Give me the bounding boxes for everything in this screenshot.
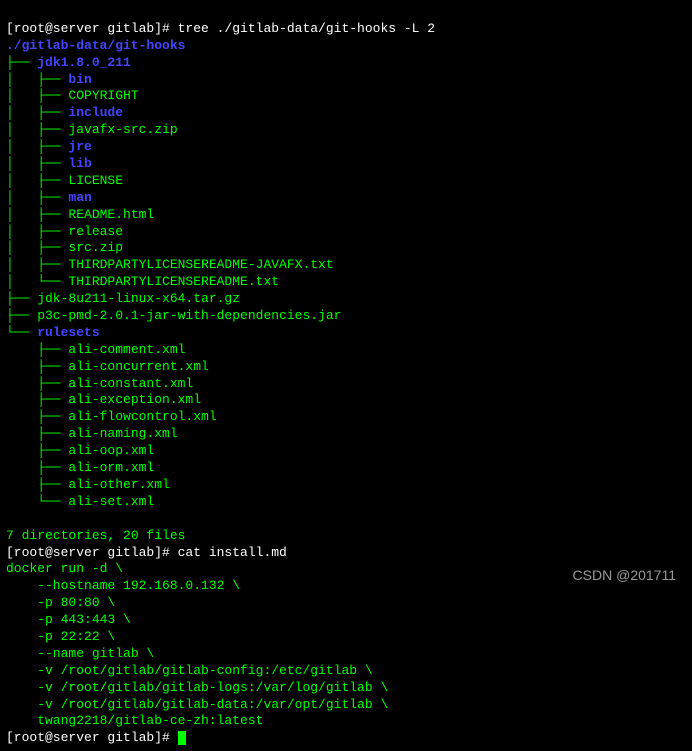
tree-file: ├── jdk-8u211-linux-x64.tar.gz (6, 291, 240, 306)
prompt-line: [root@server gitlab]# (6, 730, 178, 745)
file-content: -p 22:22 \ (6, 629, 115, 644)
tree-file: ├── ali-naming.xml (6, 426, 178, 441)
tree-file: ├── ali-flowcontrol.xml (6, 409, 217, 424)
prompt-line: [root@server gitlab]# cat install.md (6, 545, 287, 560)
tree-branch: └── (6, 325, 37, 340)
tree-file: │ ├── THIRDPARTYLICENSEREADME-JAVAFX.txt (6, 257, 334, 272)
dir-name: lib (68, 156, 91, 171)
tree-file: │ ├── COPYRIGHT (6, 88, 139, 103)
blank-line (6, 511, 14, 526)
tree-branch: ├── (6, 55, 37, 70)
tree-file: ├── ali-other.xml (6, 477, 170, 492)
tree-file: ├── ali-constant.xml (6, 376, 193, 391)
cursor-icon (178, 731, 186, 745)
tree-branch: │ ├── (6, 190, 68, 205)
file-content: -p 443:443 \ (6, 612, 131, 627)
dir-name: include (68, 105, 123, 120)
tree-file: ├── ali-orm.xml (6, 460, 154, 475)
dir-name: man (68, 190, 91, 205)
tree-file: ├── ali-oop.xml (6, 443, 154, 458)
file-content: twang2218/gitlab-ce-zh:latest (6, 713, 263, 728)
dir-name: bin (68, 72, 91, 87)
tree-file: │ ├── README.html (6, 207, 154, 222)
file-content: -v /root/gitlab/gitlab-logs:/var/log/git… (6, 680, 388, 695)
file-content: -p 80:80 \ (6, 595, 115, 610)
watermark-text: CSDN @201711 (573, 566, 676, 584)
tree-branch: │ ├── (6, 72, 68, 87)
tree-branch: │ ├── (6, 156, 68, 171)
tree-file: └── ali-set.xml (6, 494, 154, 509)
summary-line: 7 directories, 20 files (6, 528, 185, 543)
tree-file: │ ├── src.zip (6, 240, 123, 255)
tree-file: │ ├── release (6, 224, 123, 239)
tree-file: │ └── THIRDPARTYLICENSEREADME.txt (6, 274, 279, 289)
tree-branch: │ ├── (6, 139, 68, 154)
dir-name: rulesets (37, 325, 99, 340)
file-content: docker run -d \ (6, 561, 123, 576)
tree-file: │ ├── javafx-src.zip (6, 122, 178, 137)
tree-file: │ ├── LICENSE (6, 173, 123, 188)
dir-name: jdk1.8.0_211 (37, 55, 131, 70)
dir-name: jre (68, 139, 91, 154)
tree-file: ├── ali-concurrent.xml (6, 359, 209, 374)
file-content: --name gitlab \ (6, 646, 154, 661)
file-content: -v /root/gitlab/gitlab-data:/var/opt/git… (6, 697, 388, 712)
tree-file: ├── p3c-pmd-2.0.1-jar-with-dependencies.… (6, 308, 341, 323)
file-content: -v /root/gitlab/gitlab-config:/etc/gitla… (6, 663, 373, 678)
tree-file: ├── ali-comment.xml (6, 342, 185, 357)
tree-file: ├── ali-exception.xml (6, 392, 201, 407)
file-content: --hostname 192.168.0.132 \ (6, 578, 240, 593)
output-path: ./gitlab-data/git-hooks (6, 38, 185, 53)
terminal-output[interactable]: [root@server gitlab]# tree ./gitlab-data… (0, 0, 692, 751)
tree-branch: │ ├── (6, 105, 68, 120)
prompt-line: [root@server gitlab]# tree ./gitlab-data… (6, 21, 435, 36)
